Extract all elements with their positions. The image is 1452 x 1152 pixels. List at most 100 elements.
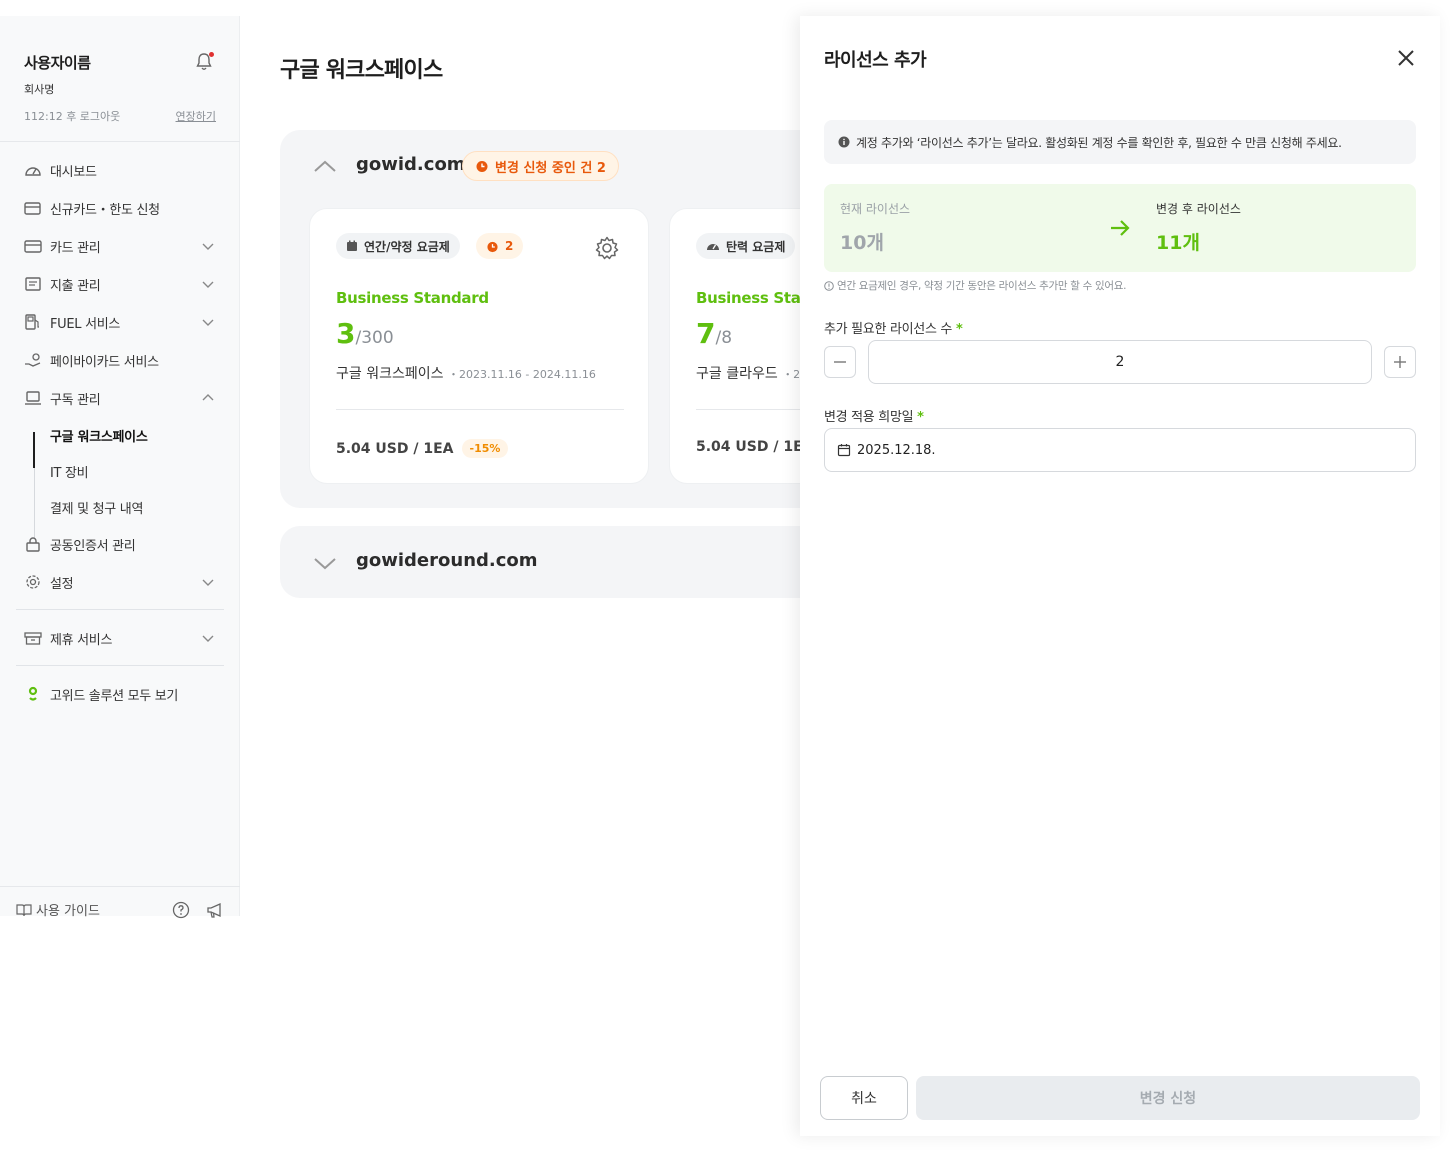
required-mark: * bbox=[917, 410, 924, 425]
company-name: 회사명 bbox=[24, 83, 55, 96]
extend-session-link[interactable]: 연장하기 bbox=[176, 108, 216, 124]
pending-count: 2 bbox=[505, 239, 514, 253]
chevron-up-icon bbox=[202, 394, 214, 401]
plus-icon bbox=[1394, 356, 1406, 368]
license-total: /8 bbox=[715, 328, 733, 348]
license-usage: 7/8 bbox=[696, 317, 732, 350]
date-value: 2025.12.18. bbox=[857, 442, 936, 458]
chevron-down-icon bbox=[202, 281, 214, 288]
date-picker-input[interactable]: 2025.12.18. bbox=[824, 428, 1416, 472]
nav-label: 페이바이카드 서비스 bbox=[50, 354, 159, 370]
nav-label: 고위드 솔루션 모두 보기 bbox=[50, 688, 179, 704]
gowid-logo-icon bbox=[28, 686, 38, 701]
nav-paybycard[interactable]: 페이바이카드 서비스 bbox=[24, 348, 216, 372]
license-used: 7 bbox=[696, 317, 716, 350]
domain-name: gowid.com bbox=[356, 154, 466, 175]
calendar-icon bbox=[837, 444, 851, 457]
nav-label: FUEL 서비스 bbox=[50, 316, 121, 332]
nav-label: 제휴 서비스 bbox=[50, 632, 113, 648]
hand-coin-icon bbox=[25, 353, 41, 367]
pending-requests-badge[interactable]: 변경 신청 중인 건 2 bbox=[462, 151, 619, 181]
gear-icon bbox=[26, 575, 40, 589]
current-license-value: 10개 bbox=[840, 232, 884, 254]
divider bbox=[16, 665, 224, 666]
sidebar: 사용자이름 회사명 112:12 후 로그아웃 연장하기 대시보드 신규카드・한… bbox=[0, 16, 240, 919]
contract-period: ・2 bbox=[782, 368, 801, 381]
user-guide-link[interactable]: 사용 가이드 bbox=[16, 900, 100, 919]
nav-expense[interactable]: 지출 관리 bbox=[24, 272, 216, 296]
plan-type-chip: 연간/약정 요금제 bbox=[336, 233, 460, 259]
chevron-down-icon[interactable] bbox=[312, 550, 338, 576]
chevron-down-icon bbox=[202, 579, 214, 586]
date-field-label: 변경 적용 희망일 * bbox=[824, 406, 924, 425]
divider bbox=[0, 141, 240, 142]
gear-icon[interactable] bbox=[594, 235, 620, 261]
submenu-active-indicator bbox=[33, 432, 35, 468]
page-title: 구글 워크스페이스 bbox=[280, 58, 443, 83]
plan-type-label: 연간/약정 요금제 bbox=[364, 239, 450, 254]
divider bbox=[16, 609, 224, 610]
alarm-clock-icon bbox=[476, 161, 488, 172]
nav-dashboard[interactable]: 대시보드 bbox=[24, 158, 216, 182]
nav-all-solutions[interactable]: 고위드 솔루션 모두 보기 bbox=[24, 682, 216, 706]
license-card[interactable]: 연간/약정 요금제 2 Business Standard 3/300 구글 워… bbox=[309, 208, 649, 484]
license-usage: 3/300 bbox=[336, 317, 394, 350]
nav-label: 설정 bbox=[50, 576, 74, 592]
license-total: /300 bbox=[355, 328, 394, 348]
nav-settings[interactable]: 설정 bbox=[24, 570, 216, 594]
add-license-panel: 라이선스 추가 계정 추가와 ‘라이선스 추가’는 달라요. 활성화된 계정 수… bbox=[800, 16, 1440, 1136]
unit-price: 5.04 USD / 1EA -15% bbox=[336, 439, 509, 458]
nav-fuel[interactable]: FUEL 서비스 bbox=[24, 310, 216, 334]
fuel-icon bbox=[25, 314, 39, 330]
nav-partner[interactable]: 제휴 서비스 bbox=[24, 626, 216, 650]
receipt-icon bbox=[25, 277, 41, 291]
close-icon[interactable] bbox=[1396, 48, 1416, 68]
required-mark: * bbox=[955, 322, 963, 337]
chevron-up-icon[interactable] bbox=[312, 154, 338, 180]
plan-type-chip: 탄력 요금제 bbox=[696, 233, 796, 259]
nav-label: 카드 관리 bbox=[50, 240, 101, 256]
increment-button[interactable] bbox=[1384, 346, 1416, 378]
sidebar-footer: 사용 가이드 bbox=[0, 886, 240, 932]
chevron-down-icon bbox=[202, 319, 214, 326]
nav-certificate[interactable]: 공동인증서 관리 bbox=[24, 532, 216, 556]
laptop-icon bbox=[25, 391, 41, 405]
info-outline-icon bbox=[824, 280, 834, 291]
nav-card-management[interactable]: 카드 관리 bbox=[24, 234, 216, 258]
help-icon[interactable] bbox=[172, 901, 190, 919]
subnav-it-equipment[interactable]: IT 장비 bbox=[50, 462, 89, 481]
info-icon bbox=[838, 136, 850, 148]
card-add-icon bbox=[24, 202, 41, 215]
product-info: 구글 워크스페이스 ・2023.11.16 - 2024.11.16 bbox=[336, 363, 596, 383]
discount-badge: -15% bbox=[461, 439, 509, 458]
divider bbox=[336, 409, 624, 410]
pending-count-chip: 2 bbox=[476, 233, 524, 259]
megaphone-icon[interactable] bbox=[206, 901, 224, 919]
alarm-clock-icon bbox=[487, 241, 498, 252]
current-license-label: 현재 라이선스 bbox=[840, 202, 911, 216]
license-used: 3 bbox=[336, 317, 356, 350]
notification-dot bbox=[209, 52, 214, 57]
subnav-billing-history[interactable]: 결제 및 청구 내역 bbox=[50, 498, 143, 517]
decrement-button[interactable] bbox=[824, 346, 856, 378]
nav-new-card[interactable]: 신규카드・한도 신청 bbox=[24, 196, 216, 220]
qty-label-text: 추가 필요한 라이선스 수 bbox=[824, 322, 953, 337]
nav-subscription[interactable]: 구독 관리 bbox=[24, 386, 216, 410]
nav-label: 지출 관리 bbox=[50, 278, 101, 294]
after-license-label: 변경 후 라이선스 bbox=[1156, 202, 1241, 216]
bell-icon[interactable] bbox=[194, 52, 214, 72]
submit-change-button[interactable]: 변경 신청 bbox=[916, 1076, 1420, 1120]
subnav-google-workspace[interactable]: 구글 워크스페이스 bbox=[50, 426, 148, 445]
box-icon bbox=[24, 632, 42, 645]
arrow-right-icon bbox=[1111, 220, 1130, 236]
user-name: 사용자이름 bbox=[24, 54, 91, 72]
hint-label: 연간 요금제인 경우, 약정 기간 동안은 라이선스 추가만 할 수 있어요. bbox=[837, 280, 1127, 292]
speedometer-icon bbox=[707, 244, 719, 250]
date-label-text: 변경 적용 희망일 bbox=[824, 410, 914, 425]
lock-icon bbox=[26, 537, 40, 552]
quantity-input[interactable]: 2 bbox=[868, 340, 1372, 384]
book-icon bbox=[16, 903, 32, 916]
pending-badge-label: 변경 신청 중인 건 2 bbox=[495, 160, 606, 176]
after-license-value: 11개 bbox=[1156, 232, 1200, 254]
cancel-button[interactable]: 취소 bbox=[820, 1076, 908, 1120]
